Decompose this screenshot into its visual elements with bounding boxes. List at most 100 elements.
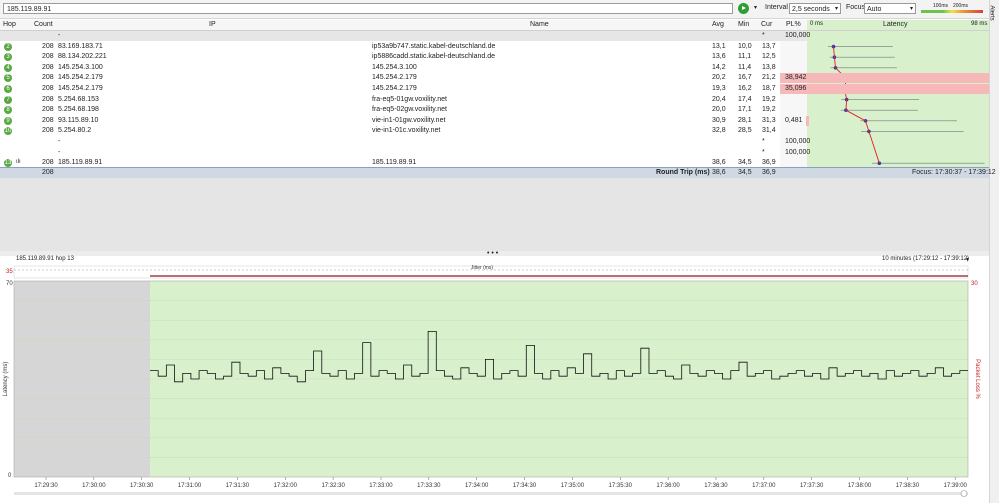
hop-count: 208 [42, 106, 54, 114]
hop-min: 34,5 [738, 159, 752, 167]
hop-name: vie-in1-01c.voxility.net [372, 127, 441, 135]
x-tick-label: 17:38:00 [848, 483, 872, 489]
x-tick-label: 17:31:00 [178, 483, 202, 489]
hop-count: 208 [42, 42, 54, 50]
hop-min: 17,4 [738, 95, 752, 103]
summary-min: 34,5 [738, 169, 752, 176]
hop-count: 208 [42, 85, 54, 92]
col-name[interactable]: Name [530, 21, 549, 28]
hop-ip: 185.119.89.91 [58, 159, 103, 167]
focus-value: Auto [867, 6, 882, 13]
hop-ip: 93.115.89.10 [58, 116, 99, 124]
hop-cur: 19,2 [762, 106, 776, 114]
hop-pl: 100,000 [785, 32, 811, 39]
table-row[interactable]: 3 208 88.134.202.221 ip5886cadd.static.kabe… [0, 52, 807, 62]
hop-number-badge: 9 [4, 116, 12, 125]
hop-number-badge: 4 [4, 63, 12, 72]
hop-ip: 145.254.3.100 [58, 63, 103, 71]
summary-avg: 38,6 [712, 169, 726, 176]
hop-avg: 20,2 [712, 74, 726, 82]
summary-cur: 36,9 [762, 169, 776, 176]
table-row[interactable]: 6 208 145.254.2.179 145.254.2.179 19,3 16,2 18… [0, 84, 989, 94]
hop-cur: 18,7 [762, 85, 776, 92]
scrollbar-handle[interactable] [960, 490, 968, 497]
hop-number-badge: 2 [4, 42, 12, 51]
table-row[interactable]: 7 208 5.254.68.153 fra-eq5-01gw.voxility.ne… [0, 95, 807, 105]
hop-count: 208 [42, 127, 54, 135]
time-scrollbar[interactable] [14, 492, 968, 495]
table-row[interactable]: 10 208 5.254.80.2 vie-in1-01c.voxility.net 3… [0, 126, 807, 136]
hop-pl: 100,000 [785, 138, 811, 145]
summary-count: 208 [42, 169, 54, 176]
target-input[interactable]: 185.119.89.91 [3, 3, 733, 14]
hop-avg: 32,8 [712, 127, 726, 135]
hop-avg: 20,4 [712, 95, 726, 103]
interval-select[interactable]: 2,5 seconds ▾ [789, 3, 841, 14]
hop-avg: 13,1 [712, 42, 726, 50]
hop-cur: 36,9 [762, 159, 776, 167]
table-row[interactable]: 5 208 145.254.2.179 145.254.2.179 20,2 16,7 21… [0, 73, 989, 84]
hop-name: 145.254.2.179 [372, 74, 417, 82]
x-tick-label: 17:33:00 [369, 483, 393, 489]
hop-cur: 31,4 [762, 127, 776, 135]
col-count[interactable]: Count [34, 21, 53, 28]
x-tick-label: 17:36:00 [656, 483, 680, 489]
hop-number-badge: 10 [4, 127, 12, 136]
hop-cur: 21,2 [762, 74, 776, 82]
focus-select[interactable]: Auto ▾ [864, 3, 916, 14]
latency-header: 0 ms Latency 98 ms [807, 20, 989, 30]
table-row[interactable]: - * 100,000 [0, 148, 811, 158]
chart-header: 185.119.89.91 hop 13 10 minutes (17:29:1… [0, 256, 989, 264]
col-min[interactable]: Min [738, 21, 749, 28]
hop-ip: 5.254.80.2 [58, 127, 92, 135]
hop-ip: - [58, 138, 61, 145]
hop-count: 208 [42, 74, 54, 82]
hop-number-badge: 7 [4, 95, 12, 104]
hop-ip: 5.254.68.198 [58, 106, 99, 114]
packet-loss-highlight [780, 84, 989, 94]
hop-pl: 38,942 [785, 74, 807, 82]
hop-pl: 100,000 [785, 148, 811, 156]
table-row[interactable]: 9 208 93.115.89.10 vie-in1-01gw.voxility.ne… [0, 115, 809, 126]
table-row[interactable]: 2 208 83.169.183.71 ip53a9b747.static.kabel… [0, 42, 807, 52]
summary-focus: Focus: 17:30:37 - 17:39:12 [912, 169, 996, 176]
col-avg[interactable]: Avg [712, 21, 724, 28]
chart-title: 185.119.89.91 hop 13 [16, 256, 74, 262]
hop-ip: 88.134.202.221 [58, 53, 107, 61]
table-row[interactable]: - * 100,000 [0, 31, 811, 41]
table-row[interactable]: - * 100,000 [0, 137, 811, 147]
hop-min: 28,1 [738, 116, 752, 124]
hop-number-badge: 6 [4, 85, 12, 93]
chevron-down-icon[interactable]: ▾ [751, 3, 760, 14]
hop-min: 11,1 [738, 53, 752, 61]
col-cur[interactable]: Cur [761, 21, 772, 28]
chart-range: 10 minutes (17:29:12 - 17:39:12) [882, 256, 970, 262]
interval-label: Interval [765, 4, 788, 11]
hop-count: 208 [42, 63, 54, 71]
alerts-tab[interactable]: Alerts [989, 0, 999, 503]
latency-chart[interactable]: Jitter (ms) 35 70 0 30 Latency (ms) Packet Los… [0, 264, 989, 503]
graph-icon[interactable]: ılı [16, 159, 21, 165]
chart-menu-icon[interactable]: ▾ [966, 256, 969, 263]
x-tick-label: 17:30:00 [82, 483, 106, 489]
table-row[interactable]: 4 208 145.254.3.100 145.254.3.100 14,2 11,4 13… [0, 63, 807, 73]
col-pl[interactable]: PL% [786, 21, 801, 28]
col-hop[interactable]: Hop [3, 21, 16, 28]
hop-avg-line [833, 46, 880, 164]
hop-name: ip5886cadd.static.kabel-deutschland.de [372, 53, 495, 61]
x-tick-label: 17:35:00 [561, 483, 585, 489]
table-row[interactable]: 8 208 5.254.68.198 fra-eq5-02gw.voxility.ne… [0, 105, 807, 115]
latency-scale-legend: 100ms 200ms [919, 3, 985, 15]
y-axis-label: Latency (ms) [3, 362, 9, 397]
play-button[interactable] [738, 3, 749, 14]
col-ip[interactable]: IP [209, 21, 216, 28]
latency-max-label: 98 ms [971, 21, 988, 27]
col-latency[interactable]: Latency [883, 21, 908, 28]
x-tick-label: 17:29:30 [34, 483, 58, 489]
x-tick-label: 17:39:00 [944, 483, 968, 489]
hop-number-badge: 3 [4, 53, 12, 62]
hop-count: 208 [42, 53, 54, 61]
latency-graph-column [807, 31, 989, 169]
hop-ip: - [58, 32, 61, 39]
hop-cur: 13,7 [762, 42, 776, 50]
